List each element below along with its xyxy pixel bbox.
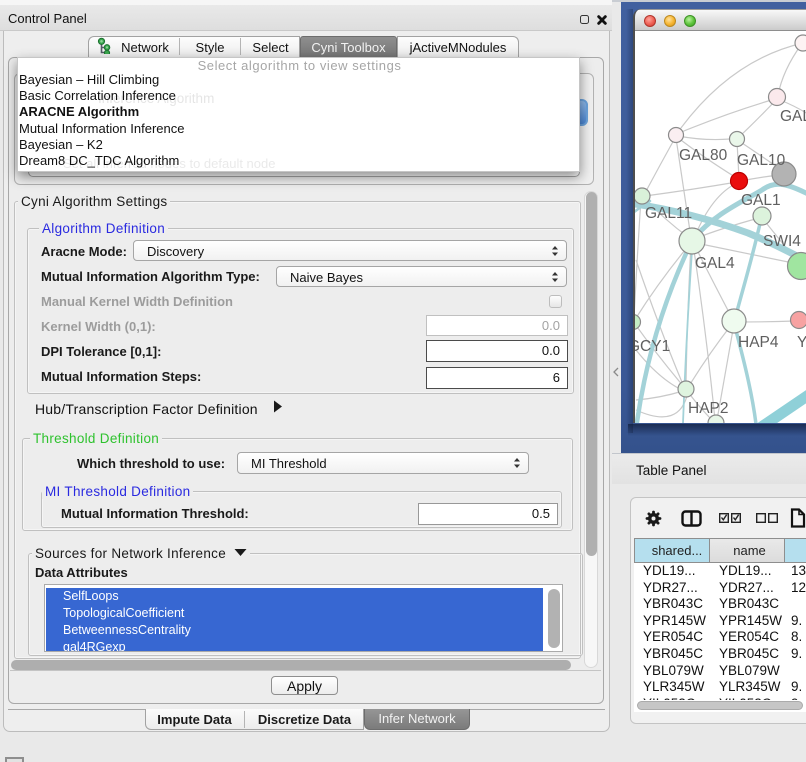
svg-text:Y: Y	[797, 334, 806, 351]
svg-text:SWI4: SWI4	[763, 233, 801, 250]
svg-text:HAP4: HAP4	[738, 334, 779, 351]
svg-text:GAL80: GAL80	[679, 147, 728, 164]
svg-text:GAL10: GAL10	[737, 152, 786, 169]
svg-text:GAL1: GAL1	[741, 192, 781, 209]
svg-text:GAL: GAL	[780, 108, 806, 125]
svg-text:GCY1: GCY1	[635, 338, 670, 355]
svg-text:GAL11: GAL11	[645, 205, 692, 222]
svg-text:HAP2: HAP2	[688, 400, 729, 417]
svg-text:GAL4: GAL4	[695, 255, 735, 272]
